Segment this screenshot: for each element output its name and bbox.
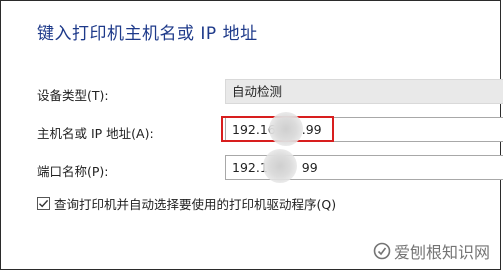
device-type-value: 自动检测 <box>232 84 283 99</box>
checkmark-icon <box>39 199 49 208</box>
port-name-label: 端口名称(P): <box>37 164 109 179</box>
port-name-redaction-blur <box>263 149 297 183</box>
watermark: 爱刨根知识网 <box>373 239 490 263</box>
query-driver-option[interactable]: 查询打印机并自动选择要使用的打印机驱动程序(Q) <box>37 194 336 213</box>
hostname-label: 主机名或 IP 地址(A): <box>37 126 154 141</box>
query-driver-checkbox[interactable] <box>37 197 50 210</box>
dialog-title: 键入打印机主机名或 IP 地址 <box>37 24 258 44</box>
watermark-text: 爱刨根知识网 <box>393 243 490 262</box>
watermark-logo-icon <box>373 242 391 260</box>
device-type-label: 设备类型(T): <box>37 88 109 103</box>
hostname-redaction-blur <box>269 112 303 146</box>
device-type-select[interactable]: 自动检测 <box>225 79 503 104</box>
query-driver-label: 查询打印机并自动选择要使用的打印机驱动程序(Q) <box>54 197 337 212</box>
add-printer-dialog: 键入打印机主机名或 IP 地址 设备类型(T): 自动检测 主机名或 IP 地址… <box>0 0 503 270</box>
